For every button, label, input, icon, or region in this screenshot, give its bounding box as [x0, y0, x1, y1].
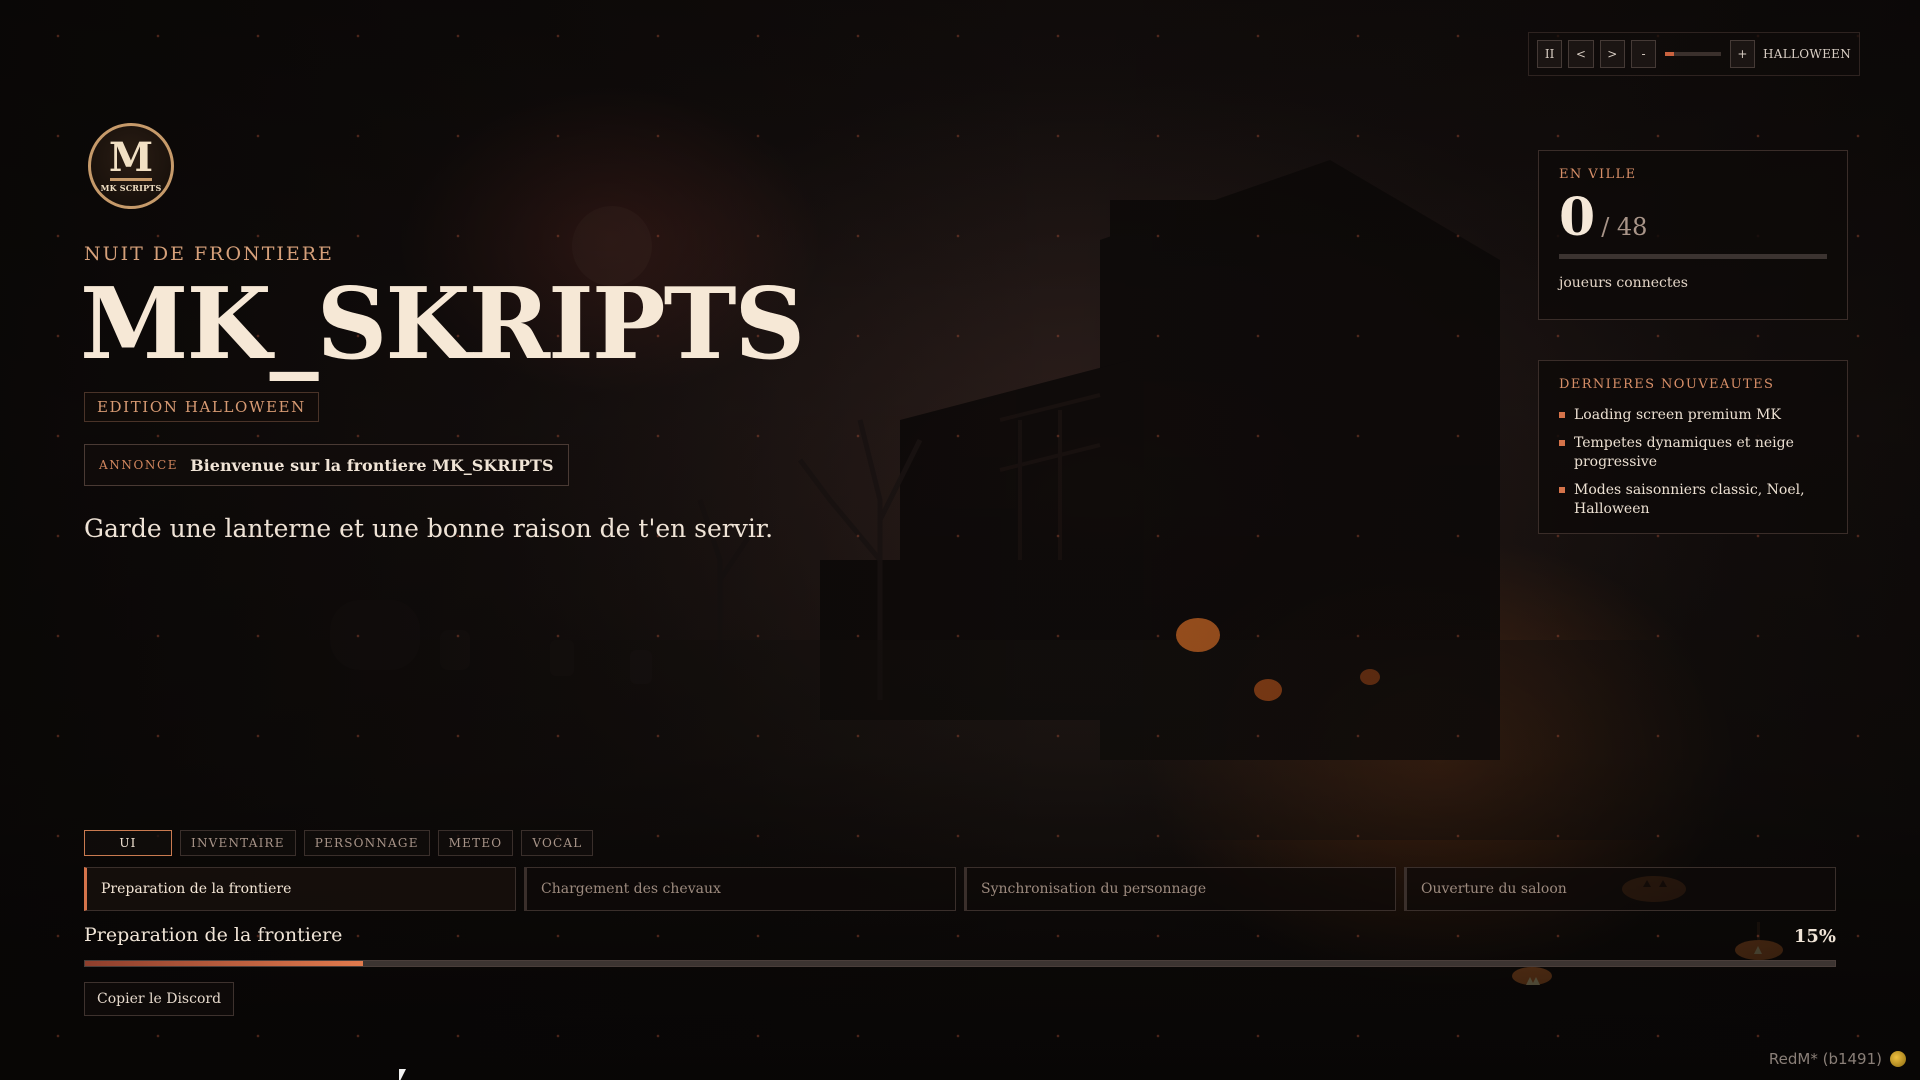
media-controls: II < > - + HALLOWEEN: [1528, 32, 1860, 76]
tab-bar: UI INVENTAIRE PERSONNAGE METEO VOCAL: [84, 830, 594, 856]
progress-label: Preparation de la frontiere: [84, 924, 343, 946]
bullet-icon: [1559, 412, 1565, 418]
logo-divider: [110, 178, 152, 181]
previous-track-button[interactable]: <: [1568, 40, 1594, 68]
copy-discord-button[interactable]: Copier le Discord: [84, 982, 235, 1016]
build-watermark: RedM* (b1491): [1768, 1050, 1882, 1068]
players-panel: EN VILLE 0 / 48 joueurs connectes: [1538, 150, 1848, 320]
tab-meteo[interactable]: METEO: [437, 830, 514, 856]
hero-kicker: NUIT DE FRONTIERE: [84, 243, 334, 265]
pumpkin-icon: [1735, 922, 1783, 960]
news-list: Loading screen premium MK Tempetes dynam…: [1559, 406, 1827, 519]
loading-steps: Preparation de la frontiere Chargement d…: [84, 867, 1836, 911]
loading-step: Ouverture du saloon: [1404, 867, 1836, 911]
volume-down-button[interactable]: -: [1630, 40, 1657, 68]
volume-up-button[interactable]: +: [1729, 40, 1756, 68]
season-mode-label[interactable]: HALLOWEEN: [1763, 47, 1851, 61]
progress-bar: [84, 960, 1836, 967]
page-title: MK_SKRIPTS: [80, 267, 805, 382]
announcement-text: Bienvenue sur la frontiere MK_SKRIPTS: [190, 455, 554, 475]
tab-inventaire[interactable]: INVENTAIRE: [180, 830, 296, 856]
bullet-icon: [1559, 487, 1565, 493]
server-logo: M MK SCRIPTS: [88, 123, 174, 209]
logo-letter: M: [108, 134, 154, 181]
tagline: Garde une lanterne et une bonne raison d…: [84, 514, 774, 543]
news-item-text: Modes saisonniers classic, Noel, Hallowe…: [1574, 482, 1805, 517]
volume-slider-fill: [1665, 52, 1674, 56]
news-item-text: Loading screen premium MK: [1574, 407, 1781, 423]
announcement-tag: ANNONCE: [99, 458, 179, 472]
players-max: / 48: [1601, 213, 1648, 241]
news-item: Modes saisonniers classic, Noel, Hallowe…: [1559, 481, 1827, 519]
loading-step: Preparation de la frontiere: [84, 867, 516, 911]
mouse-cursor-icon: [399, 1069, 406, 1080]
redm-icon: [1890, 1051, 1906, 1067]
tab-ui[interactable]: UI: [84, 830, 172, 856]
pause-button[interactable]: II: [1537, 40, 1563, 68]
loading-screen: M MK SCRIPTS NUIT DE FRONTIERE MK_SKRIPT…: [0, 0, 1920, 1080]
players-count-line: 0 / 48: [1559, 192, 1827, 244]
bullet-icon: [1559, 440, 1565, 446]
players-count: 0: [1559, 187, 1596, 248]
progress-percent: 15%: [1793, 926, 1836, 947]
announcement-bar: ANNONCE Bienvenue sur la frontiere MK_SK…: [84, 444, 569, 486]
players-panel-label: EN VILLE: [1559, 167, 1637, 182]
news-panel: DERNIERES NOUVEAUTES Loading screen prem…: [1538, 360, 1848, 534]
news-panel-label: DERNIERES NOUVEAUTES: [1559, 377, 1775, 392]
pumpkin-icon: [1512, 967, 1552, 985]
next-track-button[interactable]: >: [1599, 40, 1625, 68]
logo-subtext: MK SCRIPTS: [100, 183, 162, 193]
edition-badge: EDITION HALLOWEEN: [84, 392, 319, 422]
volume-slider[interactable]: [1665, 52, 1721, 56]
players-bar: [1559, 254, 1827, 259]
news-item: Loading screen premium MK: [1559, 406, 1827, 425]
tab-vocal[interactable]: VOCAL: [521, 830, 594, 856]
news-item-text: Tempetes dynamiques et neige progressive: [1574, 435, 1794, 470]
news-item: Tempetes dynamiques et neige progressive: [1559, 434, 1827, 472]
progress-bar-fill: [85, 961, 364, 966]
players-subtitle: joueurs connectes: [1559, 275, 1688, 291]
tab-personnage[interactable]: PERSONNAGE: [303, 830, 430, 856]
loading-step: Chargement des chevaux: [524, 867, 956, 911]
loading-step: Synchronisation du personnage: [964, 867, 1396, 911]
